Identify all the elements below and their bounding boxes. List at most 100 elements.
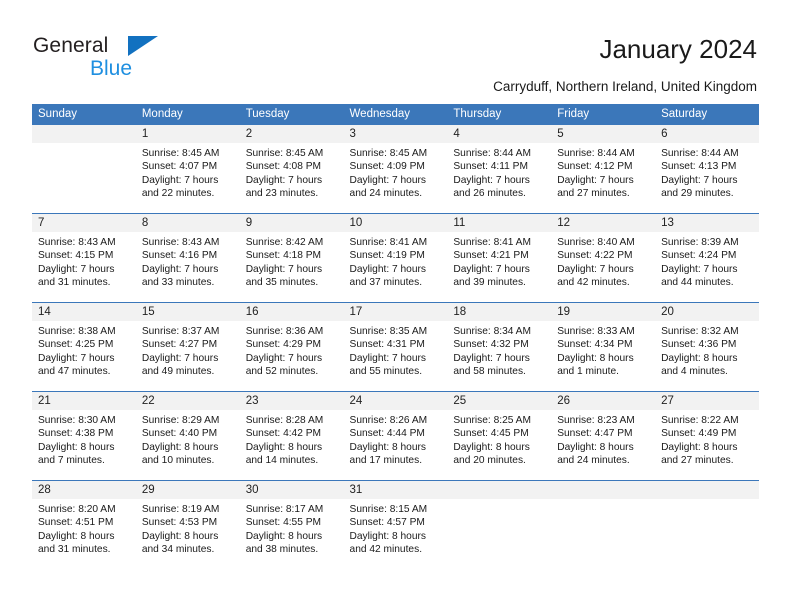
calendar-day-cell[interactable]: 17 Sunrise: 8:35 AM Sunset: 4:31 PM Dayligh… xyxy=(343,302,448,392)
day-number: 17 xyxy=(343,303,448,321)
day-cell-content: 26 Sunrise: 8:23 AM Sunset: 4:47 PM Dayligh… xyxy=(551,392,656,480)
sunset-text: Sunset: 4:24 PM xyxy=(661,250,737,262)
sunset-text: Sunset: 4:51 PM xyxy=(38,517,114,529)
calendar-day-cell[interactable]: 2 Sunrise: 8:45 AM Sunset: 4:08 PM Daylight… xyxy=(239,125,344,214)
day-number: 26 xyxy=(551,392,656,410)
daylight-text-line2: and 55 minutes. xyxy=(349,366,423,378)
calendar-day-cell[interactable]: 1 Sunrise: 8:45 AM Sunset: 4:07 PM Daylight… xyxy=(135,125,240,214)
weekday-header-wednesday: Wednesday xyxy=(343,104,448,125)
calendar-day-cell[interactable]: 8 Sunrise: 8:43 AM Sunset: 4:16 PM Daylight… xyxy=(135,213,240,303)
day-number: 30 xyxy=(239,481,344,499)
daylight-text-line2: and 7 minutes. xyxy=(38,455,105,467)
calendar-week-row: 7 Sunrise: 8:43 AM Sunset: 4:15 PM Daylight… xyxy=(32,213,759,303)
calendar-day-cell[interactable]: 14 Sunrise: 8:38 AM Sunset: 4:25 PM Dayligh… xyxy=(32,302,136,392)
weekday-header-tuesday: Tuesday xyxy=(239,104,344,125)
logo-blue-text: Blue xyxy=(90,57,133,80)
calendar-day-cell[interactable]: 12 Sunrise: 8:40 AM Sunset: 4:22 PM Dayligh… xyxy=(551,213,656,303)
page-subtitle: Carryduff, Northern Ireland, United King… xyxy=(493,79,757,94)
day-number xyxy=(32,125,136,143)
daylight-text-line2: and 42 minutes. xyxy=(349,544,423,556)
daylight-text-line1: Daylight: 7 hours xyxy=(38,352,115,364)
calendar-day-cell[interactable]: 9 Sunrise: 8:42 AM Sunset: 4:18 PM Daylight… xyxy=(239,213,344,303)
day-number: 7 xyxy=(32,214,136,232)
sunrise-text: Sunrise: 8:19 AM xyxy=(141,504,220,515)
calendar-day-cell[interactable]: 31 Sunrise: 8:15 AM Sunset: 4:57 PM Dayligh… xyxy=(343,480,448,569)
sunrise-text: Sunrise: 8:17 AM xyxy=(245,504,324,515)
daylight-text-line2: and 10 minutes. xyxy=(141,455,215,467)
day-sun-info: Sunrise: 8:36 AM Sunset: 4:29 PM Daylight:… xyxy=(240,321,344,379)
daylight-text-line2: and 38 minutes. xyxy=(245,544,319,556)
day-cell-content: 15 Sunrise: 8:37 AM Sunset: 4:27 PM Dayligh… xyxy=(135,303,240,391)
daylight-text-line1: Daylight: 7 hours xyxy=(453,174,530,186)
day-number: 14 xyxy=(32,303,136,321)
day-number: 6 xyxy=(655,125,759,143)
day-number: 1 xyxy=(135,125,240,143)
calendar-day-cell[interactable]: 16 Sunrise: 8:36 AM Sunset: 4:29 PM Dayligh… xyxy=(239,302,344,392)
weekday-header-monday: Monday xyxy=(135,104,240,125)
daylight-text-line1: Daylight: 7 hours xyxy=(245,352,323,364)
day-sun-info: Sunrise: 8:35 AM Sunset: 4:31 PM Daylight:… xyxy=(344,321,448,379)
calendar-day-cell[interactable]: 21 Sunrise: 8:30 AM Sunset: 4:38 PM Dayligh… xyxy=(32,391,136,481)
sunset-text: Sunset: 4:08 PM xyxy=(245,161,322,173)
daylight-text-line1: Daylight: 8 hours xyxy=(453,441,530,453)
daylight-text-line1: Daylight: 7 hours xyxy=(245,174,323,186)
logo-general-text: General xyxy=(33,34,109,57)
calendar-week-row: 14 Sunrise: 8:38 AM Sunset: 4:25 PM Dayligh… xyxy=(32,302,759,392)
calendar-day-cell[interactable]: 15 Sunrise: 8:37 AM Sunset: 4:27 PM Dayligh… xyxy=(135,302,240,392)
calendar-day-cell[interactable]: 11 Sunrise: 8:41 AM Sunset: 4:21 PM Dayligh… xyxy=(447,213,552,303)
sunrise-text: Sunrise: 8:44 AM xyxy=(661,148,739,159)
calendar-day-cell[interactable]: 13 Sunrise: 8:39 AM Sunset: 4:24 PM Dayligh… xyxy=(655,213,759,303)
calendar-day-cell[interactable]: 3 Sunrise: 8:45 AM Sunset: 4:09 PM Daylight… xyxy=(343,125,448,214)
sunrise-text: Sunrise: 8:26 AM xyxy=(349,415,428,426)
calendar-day-cell[interactable]: 24 Sunrise: 8:26 AM Sunset: 4:44 PM Dayligh… xyxy=(343,391,448,481)
sunset-text: Sunset: 4:25 PM xyxy=(38,339,114,351)
daylight-text-line1: Daylight: 7 hours xyxy=(349,263,426,275)
sunset-text: Sunset: 4:40 PM xyxy=(141,428,218,440)
calendar-day-cell[interactable]: 4 Sunrise: 8:44 AM Sunset: 4:11 PM Daylight… xyxy=(447,125,552,214)
sunrise-text: Sunrise: 8:39 AM xyxy=(661,237,739,248)
calendar-day-cell[interactable]: 18 Sunrise: 8:34 AM Sunset: 4:32 PM Dayligh… xyxy=(447,302,552,392)
calendar-day-cell[interactable]: 5 Sunrise: 8:44 AM Sunset: 4:12 PM Daylight… xyxy=(551,125,656,214)
calendar-day-cell[interactable]: 19 Sunrise: 8:33 AM Sunset: 4:34 PM Dayligh… xyxy=(551,302,656,392)
brand-logo: General Blue xyxy=(33,33,243,81)
day-number: 3 xyxy=(343,125,448,143)
sunset-text: Sunset: 4:29 PM xyxy=(245,339,322,351)
calendar-day-cell[interactable]: 6 Sunrise: 8:44 AM Sunset: 4:13 PM Daylight… xyxy=(655,125,759,214)
daylight-text-line1: Daylight: 7 hours xyxy=(245,263,323,275)
calendar-day-cell[interactable]: 30 Sunrise: 8:17 AM Sunset: 4:55 PM Dayligh… xyxy=(239,480,344,569)
daylight-text-line1: Daylight: 7 hours xyxy=(349,174,426,186)
day-sun-info: Sunrise: 8:45 AM Sunset: 4:08 PM Daylight:… xyxy=(240,143,344,201)
day-number: 16 xyxy=(239,303,344,321)
calendar-week-row: 28 Sunrise: 8:20 AM Sunset: 4:51 PM Dayligh… xyxy=(32,480,759,569)
day-sun-info: Sunrise: 8:42 AM Sunset: 4:18 PM Daylight:… xyxy=(240,232,344,290)
sunrise-text: Sunrise: 8:15 AM xyxy=(349,504,428,515)
day-cell-content: 10 Sunrise: 8:41 AM Sunset: 4:19 PM Dayligh… xyxy=(343,214,448,302)
day-number xyxy=(551,481,656,499)
daylight-text-line2: and 27 minutes. xyxy=(661,455,734,467)
sunrise-text: Sunrise: 8:45 AM xyxy=(349,148,428,159)
day-sun-info: Sunrise: 8:43 AM Sunset: 4:15 PM Daylight:… xyxy=(32,232,136,290)
calendar-day-cell[interactable]: 7 Sunrise: 8:43 AM Sunset: 4:15 PM Daylight… xyxy=(32,213,136,303)
calendar-day-cell[interactable]: 28 Sunrise: 8:20 AM Sunset: 4:51 PM Dayligh… xyxy=(32,480,136,569)
calendar-day-cell[interactable]: 26 Sunrise: 8:23 AM Sunset: 4:47 PM Dayligh… xyxy=(551,391,656,481)
day-cell-content: 13 Sunrise: 8:39 AM Sunset: 4:24 PM Dayligh… xyxy=(655,214,759,302)
calendar-day-cell[interactable]: 20 Sunrise: 8:32 AM Sunset: 4:36 PM Dayligh… xyxy=(655,302,759,392)
calendar-day-cell[interactable]: 22 Sunrise: 8:29 AM Sunset: 4:40 PM Dayligh… xyxy=(135,391,240,481)
calendar-day-cell[interactable]: 23 Sunrise: 8:28 AM Sunset: 4:42 PM Dayligh… xyxy=(239,391,344,481)
calendar-day-cell[interactable]: 27 Sunrise: 8:22 AM Sunset: 4:49 PM Dayligh… xyxy=(655,391,759,481)
daylight-text-line2: and 52 minutes. xyxy=(245,366,319,378)
day-sun-info: Sunrise: 8:23 AM Sunset: 4:47 PM Daylight:… xyxy=(551,410,655,468)
calendar-day-cell[interactable]: 25 Sunrise: 8:25 AM Sunset: 4:45 PM Dayligh… xyxy=(447,391,552,481)
daylight-text-line1: Daylight: 7 hours xyxy=(557,174,634,186)
calendar-day-cell[interactable]: 29 Sunrise: 8:19 AM Sunset: 4:53 PM Dayligh… xyxy=(135,480,240,569)
sunrise-text: Sunrise: 8:29 AM xyxy=(141,415,220,426)
day-sun-info: Sunrise: 8:19 AM Sunset: 4:53 PM Daylight:… xyxy=(136,499,240,557)
sunrise-text: Sunrise: 8:35 AM xyxy=(349,326,428,337)
day-cell-content: 4 Sunrise: 8:44 AM Sunset: 4:11 PM Daylight… xyxy=(447,125,552,213)
calendar-day-cell[interactable]: 10 Sunrise: 8:41 AM Sunset: 4:19 PM Dayligh… xyxy=(343,213,448,303)
daylight-text-line1: Daylight: 7 hours xyxy=(661,174,738,186)
day-number: 4 xyxy=(447,125,552,143)
day-sun-info: Sunrise: 8:26 AM Sunset: 4:44 PM Daylight:… xyxy=(344,410,448,468)
day-number: 18 xyxy=(447,303,552,321)
day-cell-content: 3 Sunrise: 8:45 AM Sunset: 4:09 PM Daylight… xyxy=(343,125,448,213)
